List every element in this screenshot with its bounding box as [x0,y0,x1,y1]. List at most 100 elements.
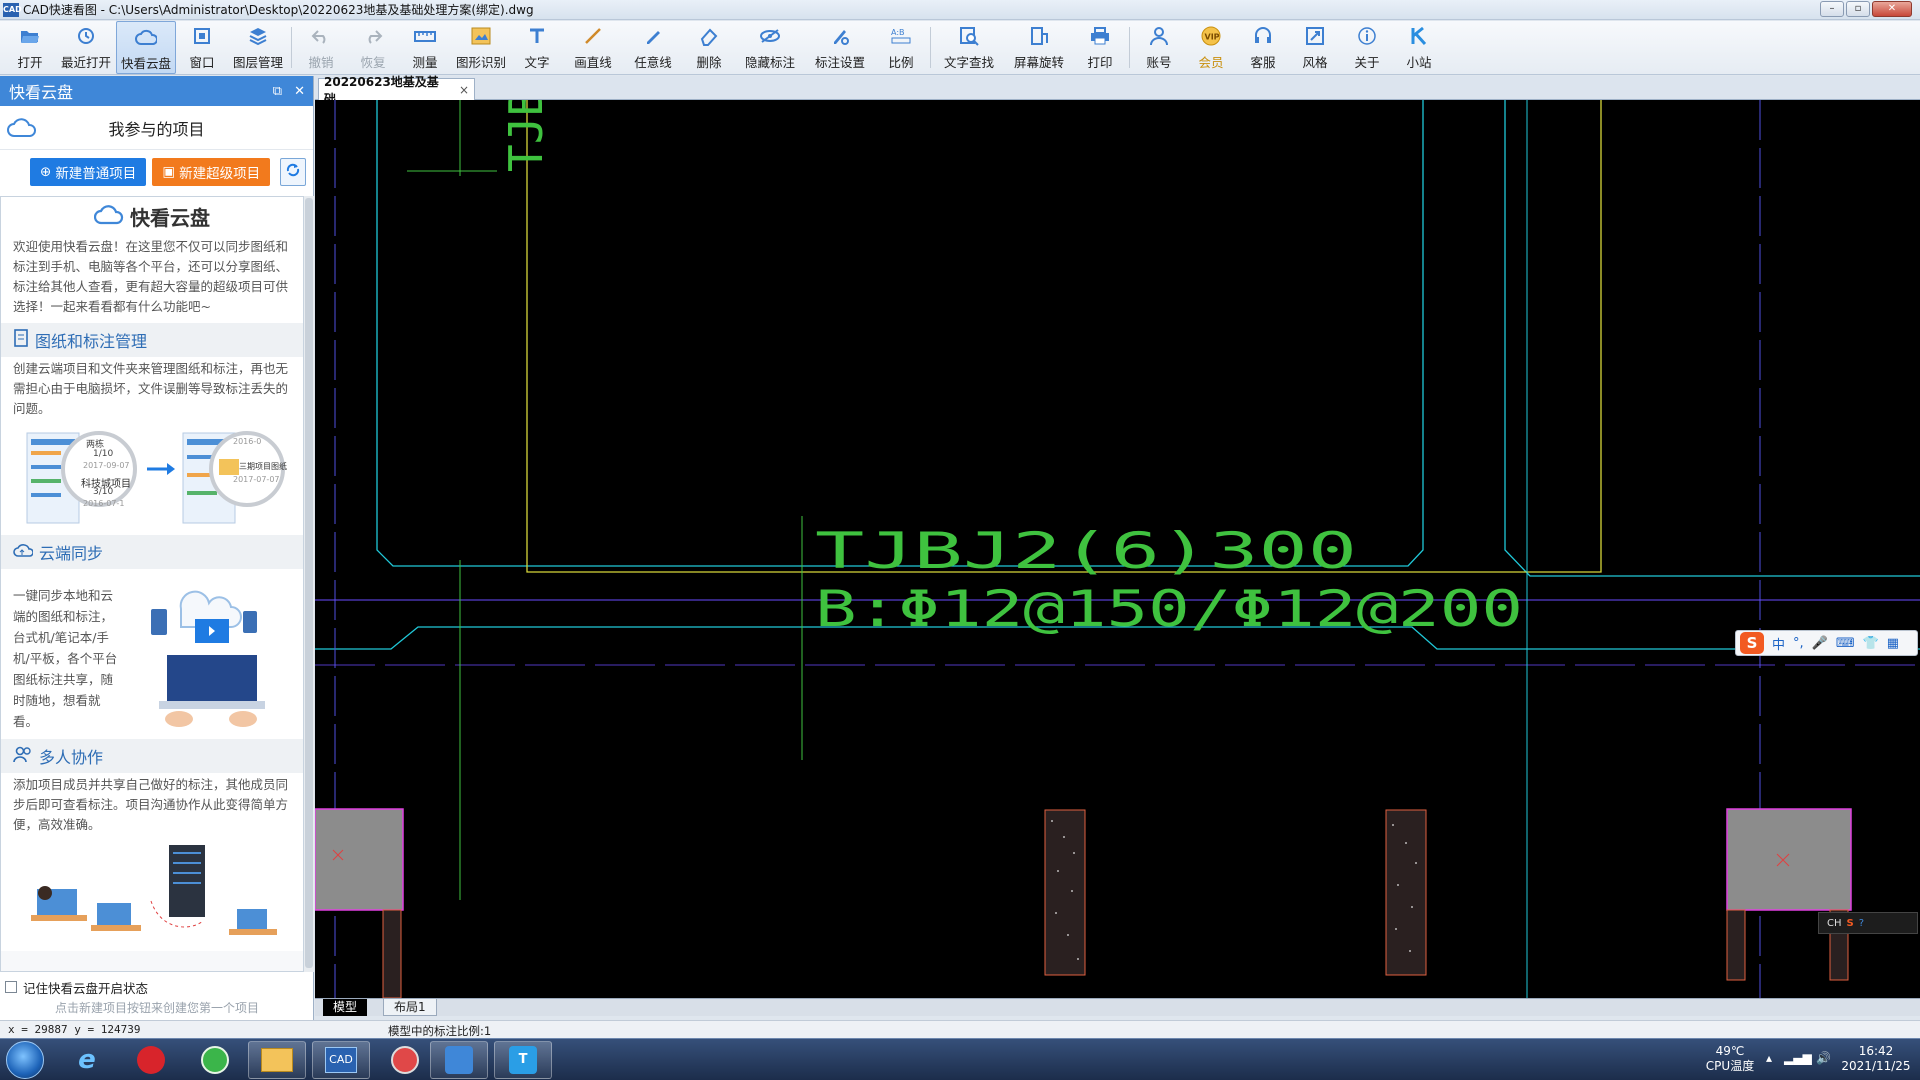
measure-label: 测量 [412,55,438,70]
netease-music-icon[interactable] [122,1041,180,1079]
section-text: 创建云端项目和文件夹来管理图纸和标注，再也无需担心由于电脑损坏，文件误删等导致标… [1,357,303,425]
panel-header: 快看云盘 ⧉ ✕ [0,76,313,106]
tab-layout1[interactable]: 布局1 [383,999,437,1016]
sync-refresh-button[interactable] [280,158,307,186]
minimize-button[interactable]: – [1820,1,1844,17]
drawing-canvas[interactable]: TJB TJBJ2(6)300 B:Φ12@150/Φ12@200 [315,100,1920,998]
rotate-screen-button[interactable]: 屏幕旋转 [1004,21,1074,74]
text-tool-button[interactable]: 文字 [511,21,563,74]
maximize-button[interactable]: ▫ [1846,1,1870,17]
illus-text: 2016-0 [233,437,262,446]
ime-toolbar[interactable]: S 中 °, 🎤 ⌨ 👕 ▦ [1735,630,1918,656]
measure-button[interactable]: 测量 [399,21,451,74]
grid-menu-icon[interactable]: ▦ [1887,636,1899,651]
microphone-icon[interactable]: 🎤 [1812,636,1828,651]
delete-button[interactable]: 删除 [683,21,735,74]
close-tab-icon[interactable]: × [459,83,469,97]
svg-text:A:B: A:B [891,28,905,37]
window-menu-button[interactable]: 窗口 [176,21,228,74]
hide-annotation-button[interactable]: 隐藏标注 [735,21,805,74]
intro-title-row: 快看云盘 [1,197,303,235]
doc-app-icon[interactable] [430,1041,488,1079]
section-collaboration: 多人协作 [1,739,303,773]
ime-chinese-mode[interactable]: 中 [1772,634,1785,653]
annotation-settings-button[interactable]: 标注设置 [805,21,875,74]
undo-button[interactable]: 撤销 [295,21,347,74]
customer-service-button[interactable]: 客服 [1237,21,1289,74]
my-projects-row[interactable]: 我参与的项目 [0,106,313,150]
explorer-icon[interactable] [248,1041,306,1079]
cloud-sync-icon [13,542,34,562]
recent-open-button[interactable]: 最近打开 [56,21,116,74]
info-icon [1356,25,1378,47]
vip-icon: VIP [1200,25,1222,47]
panel-float-icon[interactable]: ⧉ [273,84,282,99]
new-normal-project-button[interactable]: ⊕ 新建普通项目 [30,158,147,186]
vip-label: 会员 [1198,55,1224,70]
network-icon[interactable]: ▂▄▆ [1784,1051,1812,1065]
capture-icon[interactable] [376,1041,434,1079]
shape-recognize-button[interactable]: 图形识别 [451,21,511,74]
show-hidden-icons-icon[interactable]: ▴ [1766,1051,1772,1065]
freehand-line-button[interactable]: 任意线 [623,21,683,74]
scrollbar-thumb[interactable] [305,198,313,968]
cpu-temp-label: CPU温度 [1705,1059,1755,1073]
open-button[interactable]: 打开 [4,21,56,74]
style-button[interactable]: 风格 [1289,21,1341,74]
collaboration-illustration [1,841,303,951]
skin-shirt-icon[interactable]: 👕 [1863,636,1879,651]
style-icon [1304,25,1326,47]
scale-button[interactable]: A:B 比例 [875,21,927,74]
panel-scrollbar[interactable] [304,196,314,972]
panel-close-icon[interactable]: ✕ [294,84,305,99]
window-label: 窗口 [189,55,215,70]
vertical-tag-text: TJB [499,100,553,172]
text-icon [526,25,548,47]
cpu-temp-value: 49℃ [1715,1044,1745,1058]
sogou-mini-icon: S [1846,917,1854,929]
collaboration-graphic [31,845,277,935]
layer-manager-button[interactable]: 图层管理 [228,21,288,74]
freehand-icon [642,25,664,47]
volume-icon[interactable]: 🔊 [1816,1051,1831,1065]
cloud-disk-button[interactable]: 快看云盘 [116,21,176,74]
my-projects-label: 我参与的项目 [108,119,205,139]
help-icon[interactable]: ? [1859,918,1864,929]
document-tab[interactable]: 20220623地基及基础… × [318,75,475,106]
layout-tab-strip: 模型 布局1 [315,998,1920,1016]
ie-icon[interactable]: e [58,1041,116,1079]
text-search-button[interactable]: 文字查找 [934,21,1004,74]
text-search-icon [958,25,980,47]
ime-mini-bar[interactable]: CH S ? [1818,912,1918,934]
keyboard-icon[interactable]: ⌨ [1836,636,1855,651]
station-label: 小站 [1406,55,1432,70]
station-button[interactable]: 小站 [1393,21,1445,74]
new-super-project-button[interactable]: ▣ 新建超级项目 [152,158,271,186]
print-button[interactable]: 打印 [1074,21,1126,74]
clock[interactable]: 16:42 2021/11/25 [1838,1044,1914,1074]
station-icon [1408,25,1430,47]
redo-button[interactable]: 恢复 [347,21,399,74]
t-app-icon[interactable]: T [494,1041,552,1079]
account-button[interactable]: 账号 [1133,21,1185,74]
sync-icon [285,162,301,182]
tab-model[interactable]: 模型 [323,999,368,1016]
cad-viewer-icon[interactable]: CAD [312,1041,370,1079]
about-button[interactable]: 关于 [1341,21,1393,74]
close-window-button[interactable]: ✕ [1872,1,1912,17]
rotate-screen-icon [1028,25,1050,47]
punctuation-icon[interactable]: °, [1793,636,1804,651]
redo-icon [362,25,384,47]
delete-label: 删除 [696,55,722,70]
annotation-settings-icon [829,25,851,47]
start-button[interactable] [6,1041,44,1079]
window-controls: – ▫ ✕ [1820,1,1912,17]
app-logo-icon: CAD [3,2,22,17]
remember-state-checkbox[interactable] [5,981,17,993]
vip-button[interactable]: VIP 会员 [1185,21,1237,74]
remember-state-checkbox-row[interactable]: 记住快看云盘开启状态 [0,976,314,998]
status-bar: x = 29887 y = 124739 模型中的标注比例:1 [0,1020,1920,1038]
360-icon[interactable] [186,1041,244,1079]
draw-line-button[interactable]: 画直线 [563,21,623,74]
cad-drawing[interactable]: TJB TJBJ2(6)300 B:Φ12@150/Φ12@200 [315,100,1920,998]
